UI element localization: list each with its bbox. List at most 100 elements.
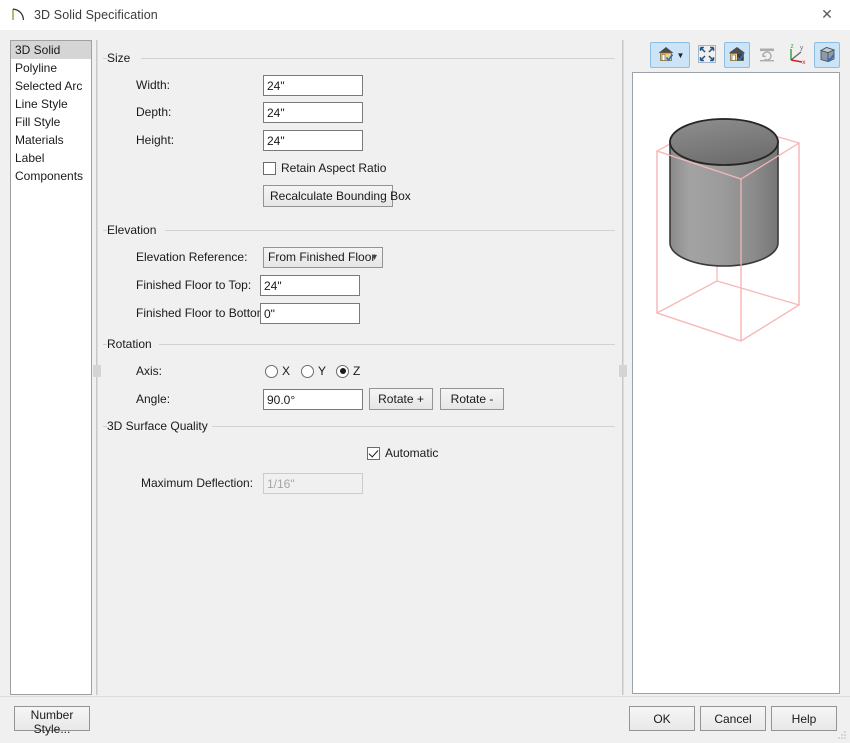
checkbox-box: [263, 161, 276, 175]
zyx-axis-icon: z y x: [786, 43, 808, 68]
elevation-group: Elevation Elevation Reference: From Fini…: [103, 224, 615, 336]
width-row: Width:: [103, 74, 615, 96]
dialog-footer: Number Style... OK Cancel Help: [0, 696, 850, 741]
axis-radio-z[interactable]: Z: [336, 363, 360, 379]
svg-text:y: y: [800, 44, 804, 51]
retain-aspect-ratio-checkbox[interactable]: Retain Aspect Ratio: [263, 160, 386, 176]
automatic-label: Automatic: [385, 446, 439, 460]
preview-canvas[interactable]: [632, 72, 840, 694]
preview-pane: ▼ z y x: [628, 40, 840, 695]
maximum-deflection-label: Maximum Deflection:: [141, 476, 254, 490]
finished-floor-to-bottom-row: Finished Floor to Bottom:: [103, 302, 615, 324]
axis-radio-z-label: Z: [353, 364, 361, 378]
sidebar-item-polyline[interactable]: Polyline: [11, 59, 91, 77]
sidebar-item-label[interactable]: Label: [11, 149, 91, 167]
finished-floor-to-top-label: Finished Floor to Top:: [136, 278, 252, 292]
house-check-icon: [656, 44, 676, 67]
finished-floor-to-bottom-input[interactable]: [260, 303, 360, 324]
depth-row: Depth:: [103, 101, 615, 123]
finished-floor-to-top-input[interactable]: [260, 275, 360, 296]
elevation-reference-label: Elevation Reference:: [136, 250, 248, 264]
splitter-grip[interactable]: [619, 365, 627, 377]
group-divider: [103, 230, 615, 231]
right-splitter[interactable]: [618, 40, 628, 695]
maximum-deflection-row: Maximum Deflection:: [103, 472, 615, 494]
show-bounding-box-button[interactable]: [814, 42, 840, 68]
chevron-down-icon[interactable]: ▼: [677, 51, 685, 60]
axis-radio-x-label: X: [282, 364, 291, 378]
axis-label: Axis:: [136, 364, 163, 378]
glass-house-button[interactable]: [724, 42, 750, 68]
help-button[interactable]: Help: [771, 706, 837, 731]
retain-aspect-ratio-label: Retain Aspect Ratio: [281, 161, 387, 175]
refresh-bar-icon: [757, 44, 777, 67]
chevron-down-icon: ▾: [371, 252, 377, 263]
arc-curve-icon: [10, 7, 26, 23]
angle-input[interactable]: [263, 389, 363, 410]
surface-quality-group-title: 3D Surface Quality: [107, 420, 212, 433]
angle-row: Angle: Rotate + Rotate -: [103, 388, 615, 410]
size-group-title: Size: [107, 52, 135, 65]
splitter-grip[interactable]: [93, 365, 101, 377]
title-bar: 3D Solid Specification ✕: [0, 0, 850, 31]
elevation-reference-row: Elevation Reference: From Finished Floor…: [103, 246, 615, 268]
svg-text:z: z: [791, 43, 794, 50]
group-divider: [103, 58, 615, 59]
close-icon[interactable]: ✕: [804, 0, 850, 29]
finished-floor-to-bottom-label: Finished Floor to Bottom:: [136, 306, 271, 320]
sidebar-item-materials[interactable]: Materials: [11, 131, 91, 149]
maximum-deflection-input: [263, 473, 363, 494]
axis-radio-y[interactable]: Y: [301, 363, 326, 379]
number-style-button[interactable]: Number Style...: [14, 706, 90, 736]
sidebar-item-components[interactable]: Components: [11, 167, 91, 185]
rotate-minus-button[interactable]: Rotate -: [440, 388, 504, 410]
rotation-group-title: Rotation: [107, 338, 156, 351]
elevation-group-title: Elevation: [107, 224, 161, 237]
checkbox-box: [367, 446, 380, 460]
rotation-group: Rotation Axis: X Y Z Angle: 90.0° Rotate…: [103, 338, 615, 420]
ok-button[interactable]: OK: [629, 706, 695, 731]
cylinder-solid: [669, 118, 779, 267]
settings-pane: Size Width: Depth: Height: Retain Aspect…: [103, 40, 615, 695]
view-mode-button[interactable]: ▼: [650, 42, 690, 68]
fill-window-button[interactable]: [694, 42, 720, 68]
group-divider: [103, 344, 615, 345]
size-group: Size Width: Depth: Height: Retain Aspect…: [103, 52, 615, 224]
refresh-preview-button: [754, 42, 780, 68]
cancel-button[interactable]: Cancel: [700, 706, 766, 731]
sidebar-item-3d-solid[interactable]: 3D Solid: [11, 41, 91, 59]
svg-text:x: x: [802, 59, 806, 65]
box-check-icon: [817, 44, 837, 67]
height-row: Height:: [103, 129, 615, 151]
resize-grip-icon[interactable]: [837, 729, 847, 739]
depth-input[interactable]: [263, 102, 363, 123]
dialog-body: 3D Solid Polyline Selected Arc Line Styl…: [0, 30, 850, 696]
radio-circle: [301, 364, 314, 378]
elevation-reference-value: From Finished Floor: [268, 250, 376, 264]
elevation-reference-select[interactable]: From Finished Floor ▾: [263, 247, 383, 268]
sidebar-item-selected-arc[interactable]: Selected Arc: [11, 77, 91, 95]
house-door-check-icon: [727, 44, 747, 67]
width-input[interactable]: [263, 75, 363, 96]
left-splitter[interactable]: [92, 40, 102, 695]
width-label: Width:: [136, 78, 171, 92]
recalculate-bounding-box-button[interactable]: Recalculate Bounding Box: [263, 185, 411, 207]
category-list[interactable]: 3D Solid Polyline Selected Arc Line Styl…: [10, 40, 92, 695]
cylinder-preview-svg: [655, 118, 801, 342]
depth-label: Depth:: [136, 105, 172, 119]
axis-indicator-button[interactable]: z y x: [784, 42, 810, 68]
axis-radio-x[interactable]: X: [265, 363, 290, 379]
finished-floor-to-top-row: Finished Floor to Top:: [103, 274, 615, 296]
radio-circle: [265, 364, 278, 378]
height-label: Height:: [136, 133, 175, 147]
preview-toolbar: ▼ z y x: [632, 40, 840, 70]
angle-label: Angle:: [136, 392, 171, 406]
automatic-checkbox[interactable]: Automatic: [367, 445, 438, 461]
sidebar-item-line-style[interactable]: Line Style: [11, 95, 91, 113]
axis-radio-y-label: Y: [318, 364, 327, 378]
height-input[interactable]: [263, 130, 363, 151]
rotate-plus-button[interactable]: Rotate +: [369, 388, 433, 410]
surface-quality-group: 3D Surface Quality Automatic Maximum Def…: [103, 420, 615, 500]
sidebar-item-fill-style[interactable]: Fill Style: [11, 113, 91, 131]
window-title: 3D Solid Specification: [34, 8, 158, 22]
